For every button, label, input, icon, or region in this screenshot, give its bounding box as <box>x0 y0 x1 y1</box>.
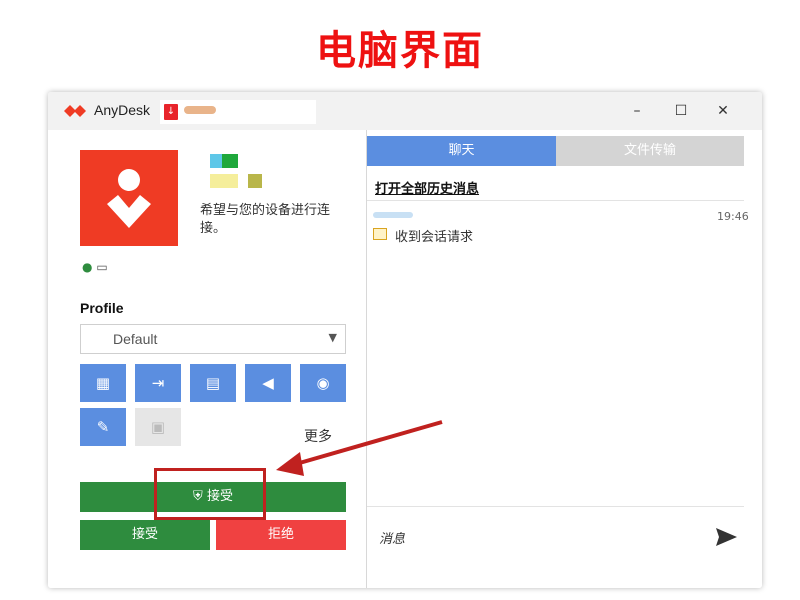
draw-pen-icon: ✎ <box>96 418 110 436</box>
keyboard-mouse-icon: ▦ <box>95 374 111 392</box>
redacted-address <box>184 106 216 114</box>
screen-record-icon: ◉ <box>316 374 330 392</box>
chevron-down-icon: ▼ <box>328 331 337 344</box>
redacted-id <box>222 154 238 168</box>
message-time: 19:46 <box>717 210 749 223</box>
status-icons: ● ▭ <box>82 260 108 274</box>
profile-label: Profile <box>80 300 124 316</box>
audio-icon: ◀ <box>262 374 274 392</box>
tab-chat[interactable]: 聊天 <box>367 136 556 166</box>
clipboard-button[interactable]: ▤ <box>190 364 236 402</box>
session-tab[interactable]: ↓ <box>160 100 316 124</box>
highlight-annotation-box <box>154 468 266 520</box>
connection-panel: 希望与您的设备进行连接。 ● ▭ Profile Default ▼ ▦ ⇥ ▤… <box>48 130 366 588</box>
profile-value: Default <box>113 331 158 347</box>
redacted-id <box>210 174 238 188</box>
more-options-link[interactable]: 更多 <box>304 426 332 446</box>
anydesk-logo-icon <box>64 105 86 117</box>
title-bar: AnyDesk ↓ – ☐ ✕ <box>48 92 762 130</box>
redacted-sender <box>373 212 413 218</box>
redacted-id <box>210 154 222 168</box>
tab-file-transfer[interactable]: 文件传输 <box>556 136 744 166</box>
reject-button[interactable]: 拒绝 <box>216 520 346 550</box>
remote-avatar <box>80 150 178 246</box>
anydesk-window: AnyDesk ↓ – ☐ ✕ 希望与您的设备进行连接。 ● ▭ Profile… <box>48 92 762 588</box>
switch-side-icon: ⇥ <box>151 374 165 392</box>
switch-side-button[interactable]: ⇥ <box>135 364 181 402</box>
keyboard-mouse-button[interactable]: ▦ <box>80 364 126 402</box>
audio-button[interactable]: ◀ <box>245 364 291 402</box>
chat-panel: 聊天 文件传输 打开全部历史消息 19:46 收到会话请求 <box>367 130 762 588</box>
app-name: AnyDesk <box>94 102 151 118</box>
screen-record-button[interactable]: ◉ <box>300 364 346 402</box>
minimize-button[interactable]: – <box>622 100 652 122</box>
profile-select[interactable]: Default ▼ <box>80 324 346 354</box>
page-heading: 电脑界面 <box>316 28 484 74</box>
download-icon: ↓ <box>164 104 178 120</box>
session-request-icon <box>373 228 387 240</box>
open-history-link[interactable]: 打开全部历史消息 <box>375 178 479 197</box>
clipboard-icon: ▤ <box>205 374 221 392</box>
monitor-icon: ▭ <box>96 260 108 274</box>
lock-icon: ● <box>82 260 93 274</box>
divider <box>367 200 744 201</box>
message-text: 收到会话请求 <box>395 230 474 245</box>
block-screen-icon: ▣ <box>150 418 166 436</box>
connection-request-text: 希望与您的设备进行连接。 <box>200 203 331 236</box>
send-icon[interactable] <box>713 524 739 550</box>
block-screen-button: ▣ <box>135 408 181 446</box>
close-button[interactable]: ✕ <box>708 100 738 122</box>
message-input[interactable] <box>379 528 699 550</box>
redacted-id <box>248 174 262 188</box>
maximize-button[interactable]: ☐ <box>666 100 696 122</box>
accept-button[interactable]: 接受 <box>80 520 210 550</box>
divider <box>367 506 744 507</box>
draw-pen-button[interactable]: ✎ <box>80 408 126 446</box>
anydesk-avatar-icon <box>107 169 151 228</box>
